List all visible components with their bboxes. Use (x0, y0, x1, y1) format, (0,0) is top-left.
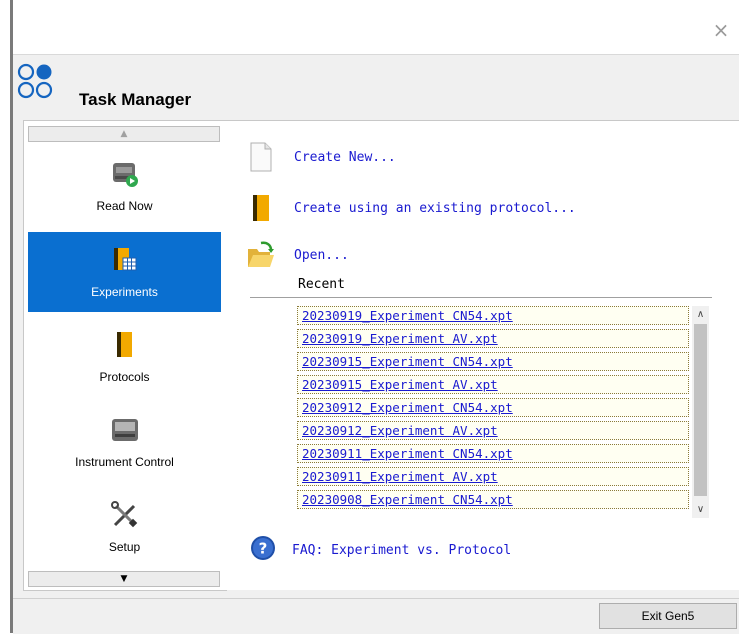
protocols-icon (110, 330, 140, 360)
recent-file-item[interactable]: 20230919_Experiment AV.xpt (297, 329, 689, 348)
blank-document-icon (246, 141, 276, 173)
recent-file-item[interactable]: 20230908_Experiment CN54.xpt (297, 490, 689, 509)
footer-divider (13, 598, 739, 599)
sidebar-item-setup[interactable]: Setup (28, 487, 221, 567)
scroll-up-arrow-icon[interactable]: ∧ (692, 306, 709, 323)
chevron-down-icon: ▼ (120, 574, 128, 584)
recent-file-item[interactable]: 20230912_Experiment CN54.xpt (297, 398, 689, 417)
instrument-icon (110, 415, 140, 445)
scrollbar-thumb[interactable] (694, 324, 707, 496)
sidebar-item-experiments[interactable]: Experiments (28, 232, 221, 312)
scroll-down-arrow-icon[interactable]: ∨ (692, 501, 709, 518)
setup-tools-icon (110, 500, 140, 530)
window-title: Task Manager (79, 90, 192, 109)
svg-text:?: ? (259, 540, 268, 558)
create-new-action[interactable]: Create New... (246, 141, 396, 173)
app-logo-icon (17, 63, 53, 99)
sidebar-scroll-up-button[interactable]: ▲ (28, 126, 220, 142)
sidebar-item-label: Protocols (99, 370, 150, 384)
recent-list-scrollbar[interactable]: ∧ ∨ (692, 306, 709, 518)
open-action[interactable]: Open... (246, 239, 349, 271)
recent-file-item[interactable]: 20230919_Experiment CN54.xpt (297, 306, 689, 325)
chevron-up-icon: ▲ (120, 129, 128, 139)
faq-link[interactable]: FAQ: Experiment vs. Protocol (292, 543, 511, 558)
create-new-link[interactable]: Create New... (294, 150, 396, 165)
exit-button[interactable]: Exit Gen5 (599, 603, 737, 629)
sidebar-item-read-now[interactable]: Read Now (28, 146, 221, 226)
open-link[interactable]: Open... (294, 248, 349, 263)
create-from-protocol-action[interactable]: Create using an existing protocol... (246, 192, 576, 224)
close-icon[interactable]: × (711, 20, 731, 40)
recent-file-item[interactable]: 20230911_Experiment CN54.xpt (297, 444, 689, 463)
recent-divider (250, 297, 712, 298)
content-panel: Create New... Create using an existing p… (226, 120, 739, 590)
recent-file-item[interactable]: 20230915_Experiment CN54.xpt (297, 352, 689, 371)
sidebar-item-label: Setup (108, 540, 141, 554)
sidebar-item-instrument-control[interactable]: Instrument Control (28, 402, 221, 482)
recent-file-item[interactable]: 20230912_Experiment AV.xpt (297, 421, 689, 440)
sidebar: ▲ Read Now Experiments Protocols Instrum… (23, 120, 227, 591)
open-folder-icon (246, 239, 276, 271)
read-now-icon (110, 159, 140, 189)
help-question-icon: ? (250, 535, 276, 565)
sidebar-item-label: Read Now (96, 199, 153, 213)
recent-heading: Recent (298, 277, 345, 292)
experiments-icon (110, 245, 140, 275)
task-manager-window: Task Manager ▲ Read Now Experiments Prot… (13, 54, 739, 634)
sidebar-item-label: Experiments (91, 285, 158, 299)
create-from-protocol-link[interactable]: Create using an existing protocol... (294, 201, 576, 216)
recent-file-item[interactable]: 20230915_Experiment AV.xpt (297, 375, 689, 394)
sidebar-scroll-down-button[interactable]: ▼ (28, 571, 220, 587)
recent-files-list: 20230919_Experiment CN54.xpt 20230919_Ex… (297, 306, 715, 518)
sidebar-item-protocols[interactable]: Protocols (28, 317, 221, 397)
faq-action[interactable]: ? FAQ: Experiment vs. Protocol (250, 535, 511, 565)
sidebar-item-label: Instrument Control (75, 455, 174, 469)
protocol-book-icon (246, 192, 276, 224)
recent-file-item[interactable]: 20230911_Experiment AV.xpt (297, 467, 689, 486)
